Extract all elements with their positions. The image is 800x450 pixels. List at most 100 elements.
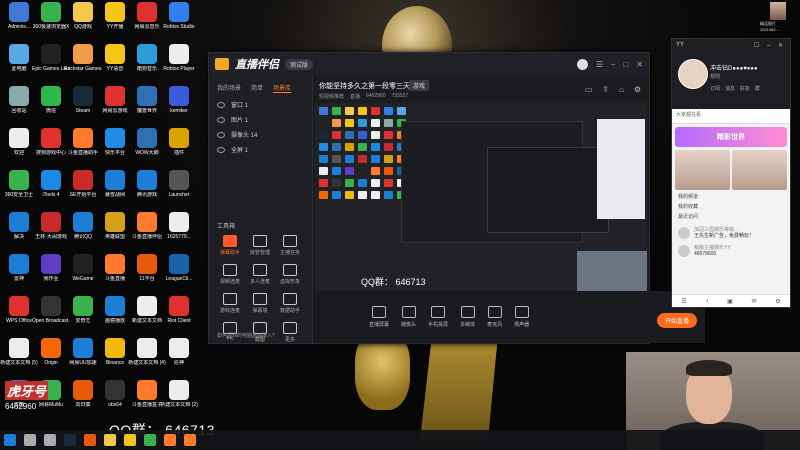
yy-featured-photos[interactable] bbox=[675, 150, 787, 190]
yy-menu-item[interactable]: 最近访问 bbox=[678, 212, 784, 222]
menu-icon[interactable]: ☰ bbox=[596, 60, 603, 69]
desktop-icon[interactable]: 新建文本文档 (5) bbox=[0, 338, 38, 366]
stream-preview[interactable]: QQ群： 646713 bbox=[315, 103, 647, 291]
desktop-icon[interactable]: LeagueCli... bbox=[162, 254, 196, 282]
desktop-icon[interactable]: 斗鱼直播伴侣 bbox=[130, 212, 164, 240]
yy-tab[interactable]: 群 bbox=[755, 85, 760, 92]
desktop-icon[interactable]: 回收站 bbox=[2, 86, 36, 114]
desktop-icon[interactable]: 新建文本文档 bbox=[130, 296, 164, 324]
live-streaming-app-window[interactable]: 直播伴侣 测试版 ☰ – □ ✕ 我的场景 简单 场景库 窗口 1 图片 1 摄… bbox=[208, 52, 705, 344]
yy-menu-icon[interactable]: ☰ bbox=[681, 298, 686, 305]
desktop-icon[interactable]: WPS Office bbox=[2, 296, 36, 324]
desktop-icon[interactable]: 英雄联盟 bbox=[98, 212, 132, 240]
desktop-icon[interactable]: 王林·大闹游戏 bbox=[34, 212, 68, 240]
desktop-icon[interactable]: 插件 bbox=[162, 128, 196, 156]
camera-button[interactable]: 摄像头 bbox=[401, 306, 416, 328]
help-link[interactable]: 如何把你的电脑画面接入？ bbox=[217, 332, 277, 339]
toolbox-item[interactable]: 视频连麦 bbox=[215, 264, 245, 285]
taskbar-chrome-icon[interactable] bbox=[84, 434, 96, 446]
yy-menu-item[interactable]: 我的频道 bbox=[678, 192, 784, 202]
desktop-icon[interactable]: QQ游戏 bbox=[66, 2, 100, 30]
yy-music-icon[interactable]: ♪ bbox=[705, 298, 708, 304]
desktop-icon[interactable]: 解决 bbox=[2, 212, 36, 240]
tab-scene-library[interactable]: 场景库 bbox=[273, 83, 292, 93]
taskbar-app2-icon[interactable] bbox=[144, 434, 156, 446]
taskbar-app3-icon[interactable] bbox=[164, 434, 176, 446]
tab-simple[interactable]: 简单 bbox=[251, 83, 263, 93]
media-button[interactable]: 多媒体 bbox=[460, 306, 475, 328]
app-titlebar[interactable]: 直播伴侣 测试版 ☰ – □ ✕ bbox=[209, 53, 649, 75]
desktop-icon[interactable]: 网易云游戏 bbox=[98, 86, 132, 114]
desktop-icon[interactable]: Epic Games Launcher bbox=[32, 44, 70, 72]
toolbox-item[interactable]: 多人连麦 bbox=[245, 264, 275, 285]
mute-icon[interactable]: ▭ bbox=[585, 85, 593, 94]
yy-screen-icon[interactable]: ▣ bbox=[727, 298, 733, 305]
desktop-icon[interactable]: 新建文本文档 (4) bbox=[128, 338, 166, 366]
source-item[interactable]: 摄像头 14 bbox=[209, 127, 312, 142]
yy-window-controls[interactable]: ☐ – ✕ bbox=[754, 42, 786, 49]
tab-my-scenes[interactable]: 我的场景 bbox=[217, 83, 241, 93]
desktop-icon[interactable]: Rockstar Games... bbox=[64, 44, 102, 72]
desktop-icon[interactable]: Adminis... bbox=[2, 2, 36, 30]
phone-cast-button[interactable]: 手机投屏 bbox=[428, 306, 448, 328]
eye-icon[interactable] bbox=[217, 101, 225, 108]
desktop-icon[interactable]: WOW大脚 bbox=[130, 128, 164, 156]
desktop-icon[interactable]: 暴雪战网 bbox=[98, 170, 132, 198]
start-live-button[interactable]: 开始直播 bbox=[656, 313, 697, 328]
yy-avatar[interactable] bbox=[678, 59, 708, 89]
yy-message[interactable]: 加冠三国娱乐等级... 王先生新广告，免费畅玩！ bbox=[672, 224, 790, 242]
desktop-icon[interactable]: 腾讯QQ bbox=[66, 212, 100, 240]
desktop-icon[interactable]: 搜狗游戏中心 bbox=[34, 128, 68, 156]
yy-menu-item[interactable]: 我的收藏 bbox=[678, 202, 784, 212]
desktop-icon[interactable]: 快乐平台 bbox=[98, 128, 132, 156]
desktop-icon[interactable]: 酷狗音乐 bbox=[130, 44, 164, 72]
room-title[interactable]: 你能坚持多久之第一段零三天！ bbox=[319, 81, 417, 91]
taskbar-start-icon[interactable] bbox=[4, 434, 16, 446]
desktop-icon[interactable]: 魔兽世界 bbox=[130, 86, 164, 114]
desktop-icon[interactable]: Origin bbox=[34, 338, 68, 366]
yy-tab[interactable]: 消息 bbox=[725, 85, 735, 92]
source-item[interactable]: 全屏 1 bbox=[209, 142, 312, 157]
yy-tab[interactable]: 订阅 bbox=[710, 85, 720, 92]
eye-icon[interactable] bbox=[217, 146, 225, 153]
desktop-icon[interactable]: iTools 4 bbox=[34, 170, 68, 198]
desktop-icon[interactable]: 网易UU加速 bbox=[66, 338, 100, 366]
taskbar-search-icon[interactable] bbox=[24, 434, 36, 446]
desktop-icon[interactable]: Open Broadcast... bbox=[32, 296, 70, 324]
close-icon[interactable]: ✕ bbox=[636, 60, 643, 69]
yy-client-window[interactable]: YY ☐ – ✕ 冲击钻D●●●♥●●● 规则 订阅 消息 好友 群 大家都在看… bbox=[671, 38, 791, 308]
user-avatar[interactable] bbox=[576, 58, 588, 70]
desktop-icon[interactable]: kemiker bbox=[162, 86, 196, 114]
desktop-icon[interactable]: 1625779... bbox=[162, 212, 196, 240]
share-icon[interactable]: ⇪ bbox=[602, 85, 609, 94]
speaker-button[interactable]: 扬声器 bbox=[514, 306, 529, 328]
desktop-icon[interactable]: Steam bbox=[66, 86, 100, 114]
desktop-icon[interactable]: 斗鱼直播 bbox=[98, 254, 132, 282]
desktop-icon[interactable]: 我作业 bbox=[34, 254, 68, 282]
minimize-icon[interactable]: – bbox=[611, 60, 615, 69]
room-category[interactable]: 游戏 bbox=[409, 80, 430, 91]
toolbox-item[interactable]: 数据助手 bbox=[275, 293, 305, 314]
eye-icon[interactable] bbox=[217, 116, 225, 123]
desktop-icon[interactable]: 爱奇艺 bbox=[66, 296, 100, 324]
yy-search-input[interactable]: 大家都在看 bbox=[672, 109, 790, 124]
desktop-icon[interactable]: Roblox Studio bbox=[162, 2, 196, 30]
taskbar-live-icon[interactable] bbox=[184, 434, 196, 446]
eye-icon[interactable] bbox=[217, 131, 225, 138]
toolbox-item[interactable]: 弹幕墙 bbox=[245, 293, 275, 314]
desktop-icon[interactable]: 画镜播放 bbox=[98, 296, 132, 324]
yy-nickname[interactable]: 冲击钻D●●●♥●●● bbox=[710, 63, 758, 72]
maximize-icon[interactable]: □ bbox=[623, 60, 628, 69]
toolbox-item[interactable]: 游戏连麦 bbox=[215, 293, 245, 314]
yy-mail-icon[interactable]: ✉ bbox=[752, 298, 757, 305]
taskbar-steam-icon[interactable] bbox=[64, 434, 76, 446]
desktop-icon[interactable]: Launcher bbox=[162, 170, 196, 198]
desktop-icon[interactable]: 腾讯游戏 bbox=[130, 170, 164, 198]
settings-icon[interactable]: ⚙ bbox=[634, 85, 641, 94]
desktop-icon[interactable]: 斗鱼直播盒子 bbox=[130, 380, 164, 408]
desktop-icon[interactable]: 11平台 bbox=[130, 254, 164, 282]
yy-tab[interactable]: 好友 bbox=[740, 85, 750, 92]
lock-icon[interactable]: ⌂ bbox=[619, 85, 624, 94]
yy-photo[interactable] bbox=[675, 150, 730, 190]
desktop-icon[interactable]: YY开播 bbox=[98, 2, 132, 30]
